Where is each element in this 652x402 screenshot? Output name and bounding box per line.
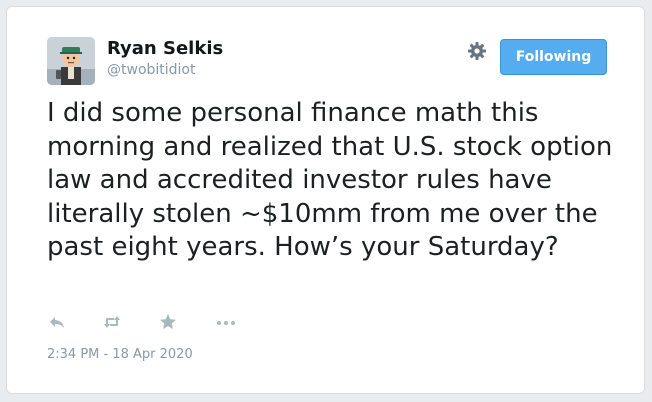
like-icon[interactable] xyxy=(158,312,178,332)
author-handle[interactable]: @twobitidiot xyxy=(107,62,196,78)
retweet-icon[interactable] xyxy=(102,312,122,332)
tweet-text: I did some personal finance math this mo… xyxy=(47,98,613,262)
gear-icon[interactable] xyxy=(467,41,487,61)
avatar-image xyxy=(47,37,95,85)
author-name[interactable]: Ryan Selkis xyxy=(107,38,223,59)
avatar[interactable] xyxy=(47,37,95,85)
reply-icon[interactable] xyxy=(47,312,67,332)
tweet-timestamp[interactable]: 2:34 PM - 18 Apr 2020 xyxy=(47,347,193,362)
following-button[interactable]: Following xyxy=(500,39,607,75)
tweet-card: Ryan Selkis @twobitidiot Following I did… xyxy=(6,6,645,394)
more-icon[interactable] xyxy=(214,312,235,332)
